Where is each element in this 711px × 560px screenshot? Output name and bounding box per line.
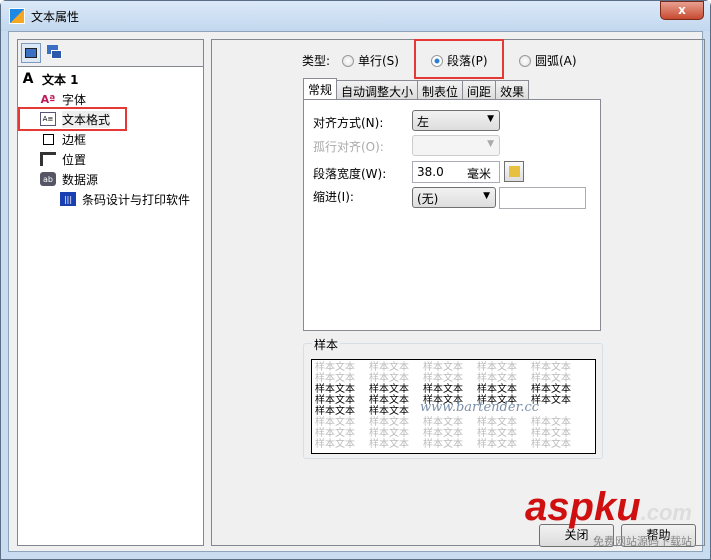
sample-text: 样本文本 <box>477 417 517 428</box>
sample-text: 样本文本 <box>477 384 517 395</box>
sample-row: 样本文本 样本文本 样本文本 样本文本 样本文本 <box>315 384 592 395</box>
object-view-button[interactable] <box>21 43 41 63</box>
type-label: 类型: <box>302 54 331 68</box>
sample-text: 样本文本 <box>315 439 355 450</box>
left-panel: A 文本 1 Aª 字体 A≡ 文本格式 边框 位置 ab 数据源 ||| 条码设计与打印… <box>17 39 204 546</box>
align-dropdown[interactable]: 左 ▼ <box>412 110 500 131</box>
ruler-icon <box>40 152 56 166</box>
measure-tool-button[interactable] <box>504 161 524 182</box>
tree-item-barcode[interactable]: ||| 条码设计与打印软件 <box>20 189 201 209</box>
sample-text: 样本文本 <box>315 373 355 384</box>
sample-text: 样本文本 <box>423 428 463 439</box>
sample-text: 样本文本 <box>423 384 463 395</box>
sample-text: 样本文本 <box>369 373 409 384</box>
width-input[interactable]: 38.0 毫米 <box>412 161 500 183</box>
sample-text: 样本文本 <box>423 417 463 428</box>
sample-text: 样本文本 <box>369 406 409 417</box>
tree-item-datasource[interactable]: ab 数据源 <box>20 169 201 189</box>
sample-text: 样本文本 <box>369 417 409 428</box>
sample-row: 样本文本 样本文本 样本文本 样本文本 样本文本 <box>315 439 592 450</box>
window-title: 文本属性 <box>31 10 80 24</box>
text-format-icon: A≡ <box>40 112 56 126</box>
close-button[interactable]: x <box>660 1 704 20</box>
sample-text: 样本文本 <box>477 428 517 439</box>
sample-text: 样本文本 <box>423 362 463 373</box>
general-panel: 对齐方式(N): 左 ▼ 孤行对齐(O): ▼ 段落宽度(W): 38.0 毫米 缩… <box>303 99 601 331</box>
right-panel: 类型: 单行(S) 段落(P) 圆弧(A) 常规 自动调整大小 制表位 间距 效… <box>211 39 705 546</box>
sample-text: 样本文本 <box>315 362 355 373</box>
tree-item-text-format[interactable]: A≡ 文本格式 <box>18 107 127 131</box>
chevron-down-icon: ▼ <box>487 139 494 149</box>
sample-text: 样本文本 <box>531 384 571 395</box>
sample-row: 样本文本 样本文本 样本文本 样本文本 样本文本 <box>315 362 592 373</box>
sample-text: 样本文本 <box>423 439 463 450</box>
sample-text: 样本文本 <box>477 362 517 373</box>
sample-title: 样本 <box>312 336 341 353</box>
sample-text: 样本文本 <box>477 439 517 450</box>
chevron-down-icon: ▼ <box>483 191 490 201</box>
app-icon <box>9 8 25 24</box>
indent-dropdown[interactable]: (无) ▼ <box>412 187 496 208</box>
sample-text: 样本文本 <box>531 439 571 450</box>
layers-view-button[interactable] <box>45 43 65 63</box>
sample-text: 样本文本 <box>315 395 355 406</box>
sample-text: 样本文本 <box>531 417 571 428</box>
tab-effects[interactable]: 效果 <box>495 80 530 99</box>
tree-item-font[interactable]: Aª 字体 <box>20 89 201 109</box>
sample-text: 样本文本 <box>369 384 409 395</box>
indent-label: 缩进(I): <box>313 190 354 204</box>
sample-text: 样本文本 <box>531 362 571 373</box>
radio-arc[interactable]: 圆弧(A) <box>519 52 577 69</box>
indent-input[interactable] <box>499 187 586 209</box>
sample-text: 样本文本 <box>531 428 571 439</box>
radio-single-line[interactable]: 单行(S) <box>342 52 399 69</box>
sample-text: 样本文本 <box>477 373 517 384</box>
close-dialog-button[interactable]: 关闭 <box>539 524 614 547</box>
sample-text: 样本文本 <box>315 406 355 417</box>
tab-spacing[interactable]: 间距 <box>462 80 497 99</box>
font-icon: Aª <box>40 92 56 106</box>
tab-tabstops[interactable]: 制表位 <box>417 80 464 99</box>
dialog-window: 文本属性 x A 文本 1 Aª 字体 A≡ 文本格式 边框 位置 ab 数据源 |||… <box>0 0 711 560</box>
align-label: 对齐方式(N): <box>313 116 384 130</box>
chevron-down-icon: ▼ <box>487 114 494 124</box>
sample-row: 样本文本 样本文本 样本文本 样本文本 样本文本 <box>315 417 592 428</box>
orphan-label: 孤行对齐(O): <box>313 140 384 154</box>
sample-group: 样本 www.bartender.cc 样本文本 样本文本 样本文本 样本文本 样本文本… <box>303 336 603 459</box>
sample-text: 样本文本 <box>315 384 355 395</box>
sample-text: 样本文本 <box>423 373 463 384</box>
sample-text: 样本文本 <box>315 417 355 428</box>
sample-text: 样本文本 <box>369 428 409 439</box>
border-icon <box>40 132 56 146</box>
sample-text: 样本文本 <box>369 362 409 373</box>
sample-text: 样本文本 <box>531 373 571 384</box>
sample-text: 样本文本 <box>315 428 355 439</box>
title-bar: 文本属性 x <box>1 1 710 31</box>
tree-item-border[interactable]: 边框 <box>20 129 201 149</box>
sample-text: 样本文本 <box>369 395 409 406</box>
sample-row: 样本文本 样本文本 样本文本 样本文本 样本文本 <box>315 373 592 384</box>
property-tree: A 文本 1 Aª 字体 A≡ 文本格式 边框 位置 ab 数据源 ||| 条码设计与打印… <box>18 67 203 545</box>
sample-text: 样本文本 <box>369 439 409 450</box>
tab-general[interactable]: 常规 <box>303 78 338 99</box>
barcode-db-icon: ||| <box>60 192 76 206</box>
sample-url: www.bartender.cc <box>420 400 540 415</box>
radio-paragraph[interactable]: 段落(P) <box>431 52 488 69</box>
help-button[interactable]: 帮助 <box>621 524 696 547</box>
tree-item-position[interactable]: 位置 <box>20 149 201 169</box>
datasource-icon: ab <box>40 172 56 186</box>
orphan-dropdown[interactable]: ▼ <box>412 135 500 156</box>
text-a-icon: A <box>22 71 34 87</box>
sample-row: 样本文本 样本文本 样本文本 样本文本 样本文本 <box>315 428 592 439</box>
width-label: 段落宽度(W): <box>313 167 387 181</box>
tool-icon <box>509 166 520 177</box>
sample-preview: www.bartender.cc 样本文本 样本文本 样本文本 样本文本 样本文本 样本文… <box>311 359 596 454</box>
tab-bar: 常规 自动调整大小 制表位 间距 效果 <box>303 78 530 99</box>
tab-autosize[interactable]: 自动调整大小 <box>336 80 419 99</box>
tree-root[interactable]: A 文本 1 <box>20 69 201 89</box>
